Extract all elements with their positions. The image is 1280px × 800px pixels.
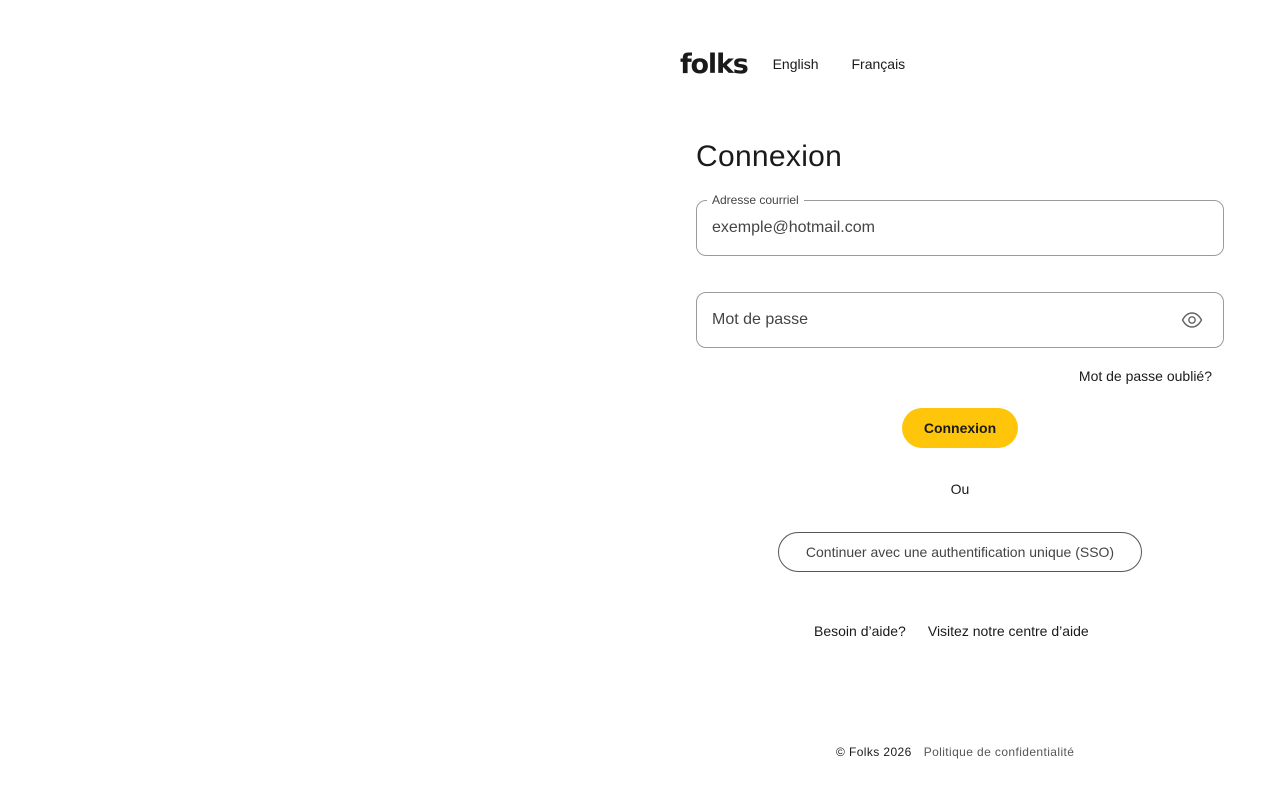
footer: © Folks 2026 Politique de confidentialit… [836,745,1074,759]
forgot-password-link[interactable]: Mot de passe oublié? [1079,368,1212,384]
language-english-link[interactable]: English [773,56,819,72]
privacy-policy-link[interactable]: Politique de confidentialité [924,745,1075,759]
sso-button[interactable]: Continuer avec une authentification uniq… [778,532,1142,572]
left-panel [0,0,640,800]
login-button[interactable]: Connexion [902,408,1018,448]
help-question: Besoin d’aide? [814,623,906,639]
language-french-link[interactable]: Français [852,56,906,72]
email-field: Adresse courriel [696,193,1224,256]
folks-logo: folks [680,48,749,80]
help-center-link[interactable]: Visitez notre centre d’aide [928,623,1089,639]
password-field [696,292,1224,348]
help-row: Besoin d’aide? Visitez notre centre d’ai… [814,623,1089,639]
email-input[interactable] [712,201,1152,255]
or-divider-text: Ou [950,481,970,497]
eye-icon[interactable] [1181,310,1203,330]
top-bar: folks English Français [680,48,905,80]
password-input[interactable] [712,293,1152,347]
page-title: Connexion [696,140,843,173]
copyright-text: © Folks 2026 [836,745,912,759]
